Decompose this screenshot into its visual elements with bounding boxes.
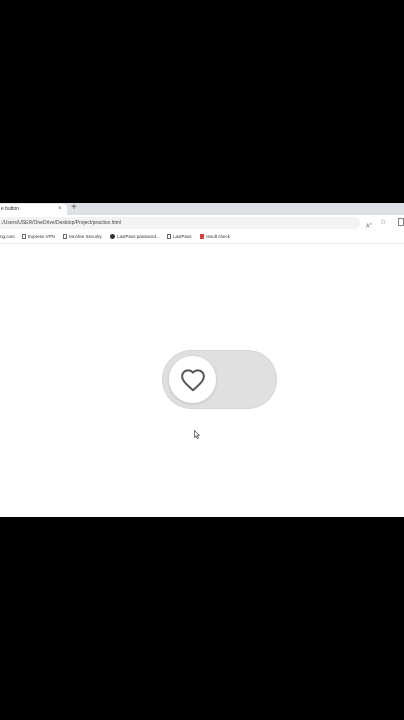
favorite-star-icon[interactable]: ☆ — [380, 218, 386, 228]
new-tab-icon[interactable]: + — [71, 203, 77, 214]
address-toolbar: :/Users/USER/OneDrive/Desktop/Project/pr… — [0, 215, 404, 233]
bookmark-label: Express VPN — [28, 234, 55, 239]
heart-toggle-switch[interactable] — [162, 350, 277, 409]
bookmark-item[interactable]: McAfee Security — [63, 234, 102, 239]
letterbox-top — [0, 0, 404, 203]
bookmark-label: ng.com — [0, 234, 15, 239]
bookmarks-bar: ng.com Express VPN McAfee Security LastP… — [0, 232, 404, 244]
read-aloud-icon[interactable]: Aℵ — [366, 219, 372, 232]
tab-title: e button — [1, 206, 20, 212]
bookmark-label: LastPass — [173, 234, 192, 239]
letterbox-bottom — [0, 517, 404, 720]
page-icon — [22, 234, 26, 239]
heart-icon — [180, 368, 205, 391]
toggle-knob[interactable] — [169, 356, 216, 403]
page-icon — [63, 234, 67, 239]
url-text[interactable]: :/Users/USER/OneDrive/Desktop/Project/pr… — [1, 220, 121, 226]
bookmark-item[interactable]: Express VPN — [22, 234, 55, 239]
tab-close-icon[interactable]: × — [58, 205, 62, 213]
globe-icon — [110, 234, 115, 239]
active-tab[interactable]: e button × — [0, 204, 67, 215]
bookmark-item[interactable]: result check — [200, 234, 230, 239]
bookmark-label: McAfee Security — [69, 234, 102, 239]
address-bar[interactable]: :/Users/USER/OneDrive/Desktop/Project/pr… — [0, 217, 360, 229]
bookmark-label: LastPass password... — [117, 234, 160, 239]
page-content — [0, 244, 404, 517]
bookmark-item[interactable]: ng.com — [0, 234, 15, 239]
page-icon — [167, 234, 171, 239]
bookmark-icon — [200, 234, 204, 239]
mouse-cursor-icon — [194, 430, 200, 439]
bookmark-item[interactable]: LastPass password... — [110, 234, 160, 239]
browser-window: e button × + :/Users/USER/OneDrive/Deskt… — [0, 203, 404, 517]
bookmark-label: result check — [206, 234, 231, 239]
bookmark-item[interactable]: LastPass — [167, 234, 192, 239]
extensions-icon[interactable] — [398, 218, 404, 230]
tab-strip: e button × + — [0, 203, 404, 215]
